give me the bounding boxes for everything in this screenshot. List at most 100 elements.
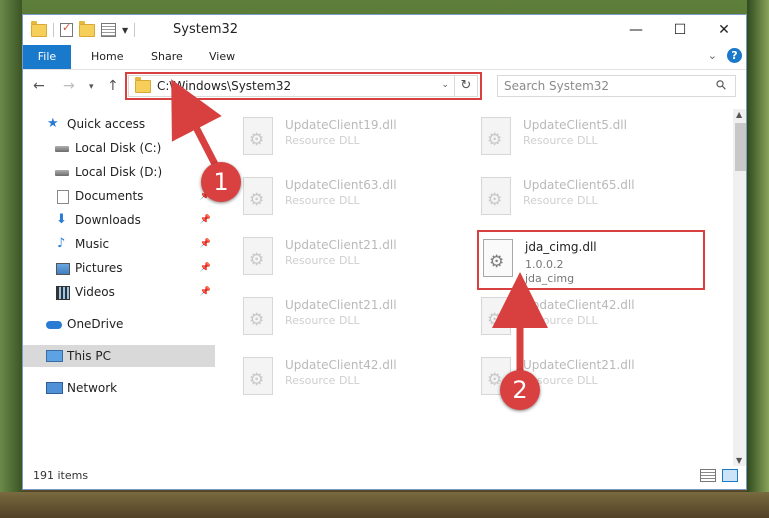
desktop-background-left	[0, 0, 22, 518]
item-count: 191 items	[33, 469, 89, 482]
sidebar-item-pictures[interactable]: Pictures 📌	[23, 257, 215, 279]
minimize-button[interactable]: —	[614, 15, 658, 45]
file-name: UpdateClient21.dll	[285, 238, 397, 252]
dll-file-icon	[481, 117, 511, 155]
new-folder-icon[interactable]	[79, 20, 95, 37]
sidebar-item-label: OneDrive	[67, 317, 124, 331]
sidebar-item-label: Local Disk (D:)	[75, 165, 163, 179]
folder-icon	[31, 20, 47, 37]
window-controls: — ☐ ✕	[614, 15, 746, 45]
expand-ribbon-chevron-icon[interactable]: ⌄	[708, 49, 717, 62]
help-icon[interactable]: ?	[727, 48, 742, 63]
pin-icon[interactable]: 📌	[200, 257, 211, 279]
desktop-background-bottom	[0, 492, 769, 518]
sidebar-item-label: Documents	[75, 189, 144, 203]
pin-icon[interactable]: 📌	[200, 233, 211, 255]
file-item[interactable]: UpdateClient5.dll Resource DLL	[477, 113, 703, 161]
scrollbar-thumb[interactable]	[735, 123, 746, 171]
star-icon: ★	[47, 116, 59, 131]
pin-icon[interactable]: 📌	[200, 281, 211, 303]
dll-file-icon	[481, 297, 511, 335]
file-item[interactable]: UpdateClient42.dll Resource DLL	[477, 293, 703, 341]
navigation-pane: ★ Quick access Local Disk (C:) Local Dis…	[23, 113, 215, 473]
pin-icon[interactable]: 📌	[200, 209, 211, 231]
tab-view[interactable]: View	[209, 45, 235, 69]
cloud-icon	[46, 321, 62, 329]
file-name: UpdateClient5.dll	[523, 118, 627, 132]
search-icon[interactable]: ⚲	[714, 77, 731, 94]
step-1-badge: 1	[201, 162, 241, 202]
details-view-icon[interactable]	[700, 469, 716, 482]
sidebar-item-quick-access[interactable]: ★ Quick access	[23, 113, 215, 135]
sidebar-item-onedrive[interactable]: OneDrive	[23, 313, 215, 335]
ribbon-right-controls: ⌄ ?	[708, 48, 742, 63]
back-arrow-icon[interactable]: ←	[33, 78, 45, 94]
vertical-scrollbar[interactable]: ▲ ▼	[733, 109, 746, 466]
dll-file-icon	[481, 177, 511, 215]
dll-file-icon	[243, 117, 273, 155]
dll-file-icon	[243, 177, 273, 215]
file-name: UpdateClient65.dll	[523, 178, 635, 192]
sidebar-item-label: Music	[75, 237, 110, 251]
recent-locations-chevron-icon[interactable]: ▾	[89, 82, 94, 92]
sidebar-item-label: Downloads	[75, 213, 141, 227]
tab-file[interactable]: File	[23, 45, 71, 69]
network-icon	[46, 382, 63, 394]
quick-access-toolbar: ▼	[31, 20, 136, 39]
sidebar-item-local-disk-c[interactable]: Local Disk (C:)	[23, 137, 215, 159]
file-item[interactable]: UpdateClient19.dll Resource DLL	[239, 113, 465, 161]
properties-check-icon[interactable]	[60, 21, 73, 37]
file-item[interactable]: UpdateClient21.dll Resource DLL	[239, 233, 465, 281]
download-icon: ⬇	[56, 212, 67, 227]
tab-home[interactable]: Home	[91, 45, 123, 69]
rename-icon[interactable]	[101, 23, 116, 37]
file-type: Resource DLL	[523, 194, 598, 207]
forward-arrow-icon[interactable]: →	[63, 78, 75, 94]
file-item[interactable]: UpdateClient63.dll Resource DLL	[239, 173, 465, 221]
file-item[interactable]: UpdateClient21.dll Resource DLL	[239, 293, 465, 341]
sidebar-item-this-pc[interactable]: This PC	[23, 345, 215, 367]
tiles-view-icon[interactable]	[722, 469, 738, 482]
scroll-down-arrow-icon[interactable]: ▼	[736, 456, 742, 465]
drive-icon	[55, 146, 69, 152]
file-type: Resource DLL	[523, 314, 598, 327]
file-name: UpdateClient21.dll	[523, 358, 635, 372]
file-type: Resource DLL	[285, 134, 360, 147]
file-item[interactable]: UpdateClient65.dll Resource DLL	[477, 173, 703, 221]
toolbar-separator	[53, 23, 54, 37]
music-icon: ♪	[57, 236, 66, 251]
videos-icon	[56, 286, 70, 300]
status-bar: 191 items	[23, 465, 746, 489]
close-button[interactable]: ✕	[702, 15, 746, 45]
file-item[interactable]: UpdateClient42.dll Resource DLL	[239, 353, 465, 401]
sidebar-item-documents[interactable]: Documents 📌	[23, 185, 215, 207]
file-name: UpdateClient21.dll	[285, 298, 397, 312]
sidebar-item-label: Network	[67, 381, 118, 395]
sidebar-item-network[interactable]: Network	[23, 377, 215, 399]
customize-toolbar-chevron-icon[interactable]: ▼	[122, 26, 128, 35]
dll-file-icon	[243, 357, 273, 395]
file-name: UpdateClient42.dll	[285, 358, 397, 372]
scroll-up-arrow-icon[interactable]: ▲	[736, 110, 742, 119]
sidebar-item-label: Pictures	[75, 261, 123, 275]
sidebar-item-label: Videos	[75, 285, 115, 299]
tab-share[interactable]: Share	[151, 45, 183, 69]
maximize-button[interactable]: ☐	[658, 15, 702, 45]
file-type: Resource DLL	[523, 134, 598, 147]
view-switcher	[700, 469, 738, 482]
sidebar-item-downloads[interactable]: ⬇ Downloads 📌	[23, 209, 215, 231]
address-highlight-box	[125, 72, 482, 100]
up-arrow-icon[interactable]: ↑	[107, 78, 119, 94]
file-type: Resource DLL	[285, 374, 360, 387]
file-type: Resource DLL	[285, 254, 360, 267]
sidebar-item-local-disk-d[interactable]: Local Disk (D:)	[23, 161, 215, 183]
drive-icon	[55, 170, 69, 176]
search-placeholder: Search System32	[504, 79, 610, 93]
file-type: Resource DLL	[285, 314, 360, 327]
dll-file-icon	[243, 297, 273, 335]
search-input[interactable]: Search System32 ⚲	[497, 75, 736, 97]
sidebar-item-videos[interactable]: Videos 📌	[23, 281, 215, 303]
dll-file-icon	[243, 237, 273, 275]
file-type: Resource DLL	[285, 194, 360, 207]
sidebar-item-music[interactable]: ♪ Music 📌	[23, 233, 215, 255]
